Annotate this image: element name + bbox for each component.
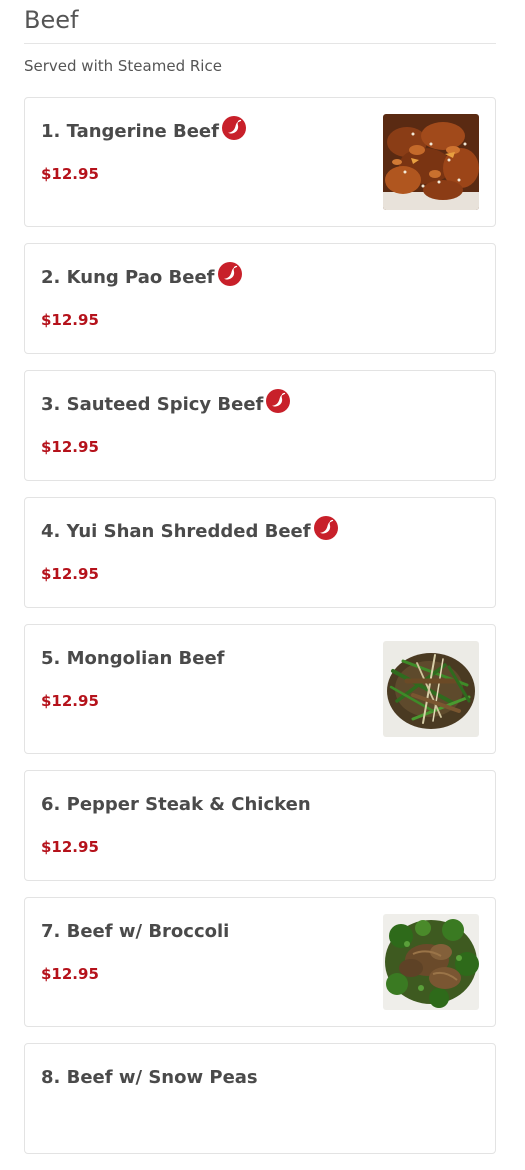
menu-item-tangerine-beef[interactable]: 1. Tangerine Beef $12.95 [24,97,496,227]
menu-item-name-wrap: 5. Mongolian Beef [41,647,225,671]
menu-item-price: $12.95 [41,165,99,183]
menu-item-name: 2. Kung Pao Beef [41,267,215,288]
menu-item-price: $12.95 [41,692,99,710]
chili-pepper-icon [221,115,246,140]
chili-pepper-icon [313,515,338,540]
menu-item-name: 6. Pepper Steak & Chicken [41,794,311,815]
beef-broccoli-photo [383,914,479,1010]
menu-item-name-wrap: 3. Sauteed Spicy Beef [41,388,291,417]
category-title: Beef [24,0,496,44]
menu-item-name-wrap: 6. Pepper Steak & Chicken [41,793,311,817]
menu-item-name-wrap: 4. Yui Shan Shredded Beef [41,515,338,544]
menu-item-beef-broccoli[interactable]: 7. Beef w/ Broccoli $12.95 [24,897,496,1027]
menu-item-sauteed-spicy-beef[interactable]: 3. Sauteed Spicy Beef $12.95 [24,370,496,481]
tangerine-beef-photo [383,114,479,210]
menu-item-beef-snow-peas[interactable]: 8. Beef w/ Snow Peas [24,1043,496,1154]
menu-item-name-wrap: 2. Kung Pao Beef [41,261,242,290]
menu-item-yui-shan-shredded-beef[interactable]: 4. Yui Shan Shredded Beef $12.95 [24,497,496,608]
menu-item-price: $12.95 [41,838,99,856]
menu-item-price: $12.95 [41,311,99,329]
menu-item-list: 1. Tangerine Beef $12.95 2. Kung Pao Bee… [24,97,496,1154]
menu-item-price: $12.95 [41,965,99,983]
menu-item-price: $12.95 [41,438,99,456]
menu-item-name: 4. Yui Shan Shredded Beef [41,521,311,542]
chili-pepper-icon [217,261,242,286]
menu-item-name: 3. Sauteed Spicy Beef [41,394,264,415]
menu-item-name: 5. Mongolian Beef [41,648,225,669]
menu-item-pepper-steak-chicken[interactable]: 6. Pepper Steak & Chicken $12.95 [24,770,496,881]
menu-item-name: 8. Beef w/ Snow Peas [41,1067,258,1088]
menu-item-name-wrap: 7. Beef w/ Broccoli [41,920,229,944]
menu-item-price: $12.95 [41,565,99,583]
menu-item-name: 7. Beef w/ Broccoli [41,921,230,942]
menu-item-name-wrap: 1. Tangerine Beef [41,115,246,144]
menu-category: Beef Served with Steamed Rice 1. Tangeri… [24,0,496,1170]
menu-item-name: 1. Tangerine Beef [41,121,219,142]
chili-pepper-icon [266,388,291,413]
menu-item-name-wrap: 8. Beef w/ Snow Peas [41,1066,258,1090]
category-subtitle: Served with Steamed Rice [24,57,222,75]
menu-item-mongolian-beef[interactable]: 5. Mongolian Beef $12.95 [24,624,496,754]
menu-item-kung-pao-beef[interactable]: 2. Kung Pao Beef $12.95 [24,243,496,354]
mongolian-beef-photo [383,641,479,737]
